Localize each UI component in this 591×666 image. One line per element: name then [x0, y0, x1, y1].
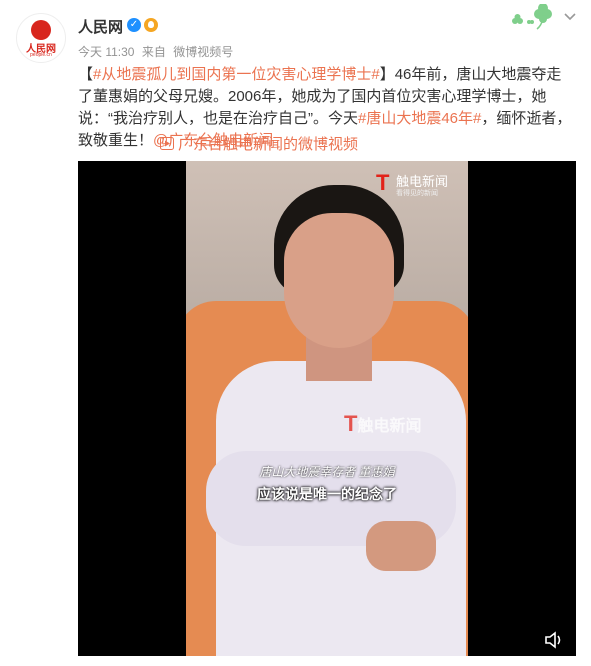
- post-time[interactable]: 今天 11:30: [78, 45, 134, 59]
- video-person-hand: [366, 521, 436, 571]
- volume-icon[interactable]: [544, 631, 564, 649]
- video-caption-name: 唐山大地震幸存者 董惠娟: [259, 465, 395, 479]
- people-logo-icon: [31, 20, 51, 40]
- watermark-top: T 触电新闻 看得见的新闻: [376, 169, 456, 199]
- verified-icon: ✓: [127, 18, 141, 32]
- video-source-link[interactable]: 广东台触电新闻的微博视频: [178, 133, 358, 154]
- hashtag-link[interactable]: #从地震孤儿到国内第一位灾害心理学博士#: [93, 66, 380, 83]
- post-meta: 今天 11:30 来自 微博视频号: [78, 43, 237, 60]
- watermark-mid-text: 触电新闻: [357, 418, 422, 435]
- video-person-face: [284, 213, 394, 348]
- weibo-post-card: 人民网 people.cn 人民网 ✓ 今天 11:30 来自 微博视频号 【#…: [0, 0, 591, 666]
- clover-icon: [512, 4, 552, 30]
- text-bracket-open: 【: [78, 66, 94, 83]
- video-play-icon: [160, 137, 174, 150]
- gold-badge-icon: [144, 18, 158, 32]
- watermark-mid: T触电新闻: [344, 411, 421, 437]
- avatar[interactable]: 人民网 people.cn: [16, 13, 66, 63]
- hashtag-link[interactable]: #唐山大地震46年#: [358, 110, 481, 127]
- video-frame: T 触电新闻 看得见的新闻 T触电新闻 唐山大地震幸存者 董惠娟 应该说是唯一的…: [186, 161, 468, 656]
- video-caption-line: 应该说是唯一的纪念了: [257, 486, 397, 502]
- source-prefix: 来自: [141, 45, 166, 59]
- brand-logo-icon: T: [376, 170, 390, 195]
- chevron-down-icon[interactable]: [563, 12, 577, 22]
- video-player[interactable]: T 触电新闻 看得见的新闻 T触电新闻 唐山大地震幸存者 董惠娟 应该说是唯一的…: [78, 161, 576, 656]
- post-source[interactable]: 微博视频号: [173, 45, 233, 59]
- brand-logo-icon: T: [344, 411, 358, 436]
- watermark-sub: 看得见的新闻: [396, 190, 438, 197]
- author-name[interactable]: 人民网: [78, 16, 123, 37]
- avatar-logo-sub: people.cn: [30, 52, 52, 58]
